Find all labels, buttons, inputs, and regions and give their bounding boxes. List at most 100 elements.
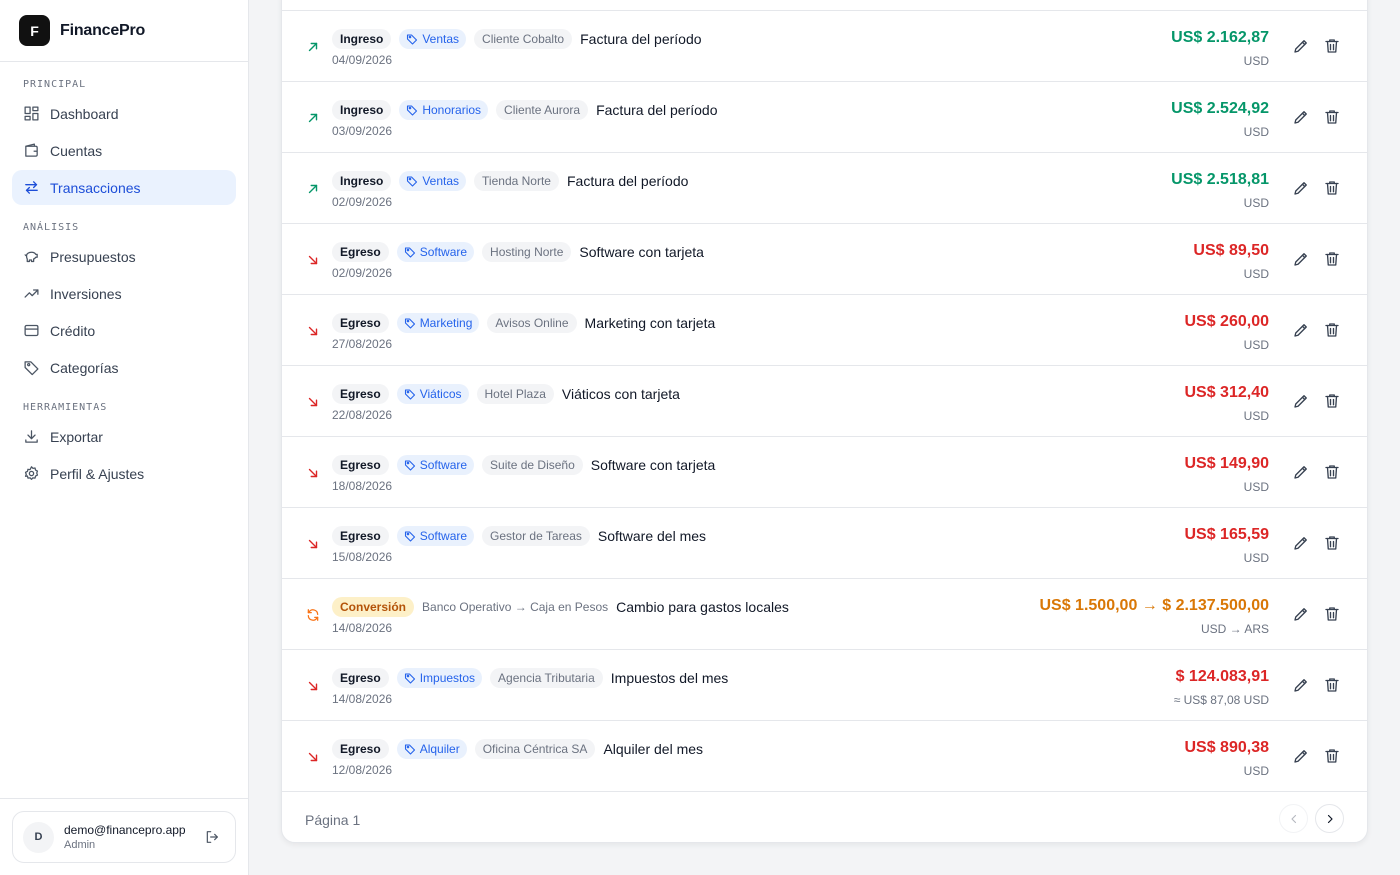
transaction-row[interactable]: Ingreso Ventas Cliente Cobalto Factura del … (282, 10, 1367, 81)
transaction-currency: USD (1243, 267, 1269, 281)
transaction-date: 14/08/2026 (332, 621, 393, 635)
transaction-currency: USD (1243, 480, 1269, 494)
transaction-row[interactable]: Egreso Viáticos Hotel Plaza Viáticos con ta… (282, 365, 1367, 436)
category-badge[interactable]: Software (396, 526, 475, 546)
edit-button[interactable] (1292, 605, 1310, 623)
edit-button[interactable] (1292, 463, 1310, 481)
transaction-row[interactable]: Egreso Software Gestor de Tareas Software d… (282, 507, 1367, 578)
category-badge[interactable]: Alquiler (396, 739, 467, 759)
next-page-button[interactable] (1315, 804, 1344, 833)
transaction-row[interactable]: Ingreso Ventas Tienda Norte Factura del per… (282, 152, 1367, 223)
transaction-summary: Egreso Marketing Avisos Online Marketing co… (332, 313, 715, 333)
delete-button[interactable] (1323, 392, 1341, 410)
type-badge: Ingreso (332, 171, 392, 191)
type-badge: Egreso (332, 384, 389, 404)
sidebar: F FinancePro PRINCIPAL Dashboard Cuentas… (0, 0, 249, 875)
trending-up-icon (24, 289, 39, 298)
type-badge: Conversión (332, 597, 415, 617)
pagination: Página 1 (282, 791, 1367, 842)
type-badge: Egreso (332, 668, 389, 688)
sidebar-item-label: Exportar (50, 428, 103, 445)
transfer-route: Banco Operativo → Caja en Pesos (422, 600, 609, 614)
delete-button[interactable] (1323, 37, 1341, 55)
transaction-row[interactable]: Egreso Software Suite de Diseño Software co… (282, 436, 1367, 507)
category-badge[interactable]: Software (396, 242, 475, 262)
expense-arrow-icon (308, 397, 318, 407)
sidebar-item-credito[interactable]: Crédito (12, 313, 236, 348)
edit-button[interactable] (1292, 321, 1310, 339)
category-badge[interactable]: Viáticos (396, 384, 469, 404)
transaction-amount: US$ 312,40 (1184, 384, 1269, 401)
transaction-amount: US$ 165,59 (1184, 526, 1269, 543)
sidebar-item-label: Crédito (50, 322, 96, 339)
tag-icon (404, 673, 415, 684)
sidebar-item-categorias[interactable]: Categorías (12, 350, 236, 385)
transaction-row[interactable]: Egreso Marketing Avisos Online Marketing co… (282, 294, 1367, 365)
sidebar-item-label: Categorías (50, 359, 119, 376)
category-label: Software (419, 458, 468, 472)
counterparty-badge: Cliente Aurora (496, 100, 589, 120)
type-badge: Ingreso (332, 100, 392, 120)
sidebar-item-dashboard[interactable]: Dashboard (12, 96, 236, 131)
category-badge[interactable]: Ventas (399, 29, 467, 49)
category-badge[interactable]: Ventas (399, 171, 467, 191)
delete-button[interactable] (1323, 250, 1341, 268)
transaction-description: Software con tarjeta (579, 244, 704, 260)
tag-icon (404, 460, 415, 471)
income-arrow-icon (308, 113, 318, 123)
sidebar-item-transacciones[interactable]: Transacciones (12, 170, 236, 205)
edit-button[interactable] (1292, 747, 1310, 765)
delete-button[interactable] (1323, 463, 1341, 481)
transaction-currency: USD (1243, 764, 1269, 778)
delete-button[interactable] (1323, 179, 1341, 197)
transaction-row[interactable]: Conversión Banco Operativo → Caja en Peso… (282, 578, 1367, 649)
sidebar-item-inversiones[interactable]: Inversiones (12, 276, 236, 311)
user-card: D demo@financepro.app Admin (12, 811, 236, 863)
transaction-date: 22/08/2026 (332, 408, 393, 422)
avatar: D (23, 821, 54, 853)
counterparty-badge: Avisos Online (487, 313, 577, 333)
previous-page-button[interactable] (1279, 804, 1308, 833)
transaction-description: Marketing con tarjeta (584, 315, 716, 331)
counterparty-badge: Suite de Diseño (482, 455, 583, 475)
delete-button[interactable] (1323, 676, 1341, 694)
sidebar-item-label: Presupuestos (50, 248, 136, 265)
sidebar-item-perfil-ajustes[interactable]: Perfil & Ajustes (12, 456, 236, 491)
transaction-amount: US$ 89,50 (1193, 242, 1269, 259)
delete-button[interactable] (1323, 108, 1341, 126)
tag-icon (24, 361, 39, 376)
edit-button[interactable] (1292, 392, 1310, 410)
sidebar-divider (0, 798, 248, 799)
edit-button[interactable] (1292, 676, 1310, 694)
transaction-amount: US$ 260,00 (1184, 313, 1269, 330)
delete-button[interactable] (1323, 321, 1341, 339)
transaction-date: 02/09/2026 (332, 195, 393, 209)
edit-button[interactable] (1292, 179, 1310, 197)
sidebar-item-exportar[interactable]: Exportar (12, 419, 236, 454)
edit-button[interactable] (1292, 534, 1310, 552)
edit-button[interactable] (1292, 108, 1310, 126)
edit-button[interactable] (1292, 250, 1310, 268)
category-badge[interactable]: Honorarios (399, 100, 489, 120)
sidebar-item-presupuestos[interactable]: Presupuestos (12, 239, 236, 274)
category-badge[interactable]: Impuestos (396, 668, 483, 688)
transaction-row[interactable]: Egreso Impuestos Agencia Tributaria Impuest… (282, 649, 1367, 720)
user-email: demo@financepro.app (64, 823, 186, 837)
delete-button[interactable] (1323, 534, 1341, 552)
transaction-date: 18/08/2026 (332, 479, 393, 493)
category-badge[interactable]: Software (396, 455, 475, 475)
edit-button[interactable] (1292, 37, 1310, 55)
delete-button[interactable] (1323, 747, 1341, 765)
category-badge[interactable]: Marketing (396, 313, 480, 333)
logout-button[interactable] (201, 826, 223, 848)
transaction-row[interactable]: Egreso Software Hosting Norte Software con … (282, 223, 1367, 294)
piggy-bank-icon (24, 251, 38, 263)
delete-button[interactable] (1323, 605, 1341, 623)
expense-arrow-icon (308, 255, 318, 265)
transaction-row[interactable]: Ingreso Honorarios Cliente Aurora Factura d… (282, 81, 1367, 152)
transaction-date: 14/08/2026 (332, 692, 393, 706)
category-label: Impuestos (419, 671, 476, 685)
transaction-row[interactable]: Egreso Alquiler Oficina Céntrica SA Alquile… (282, 720, 1367, 791)
section-label-analisis: ANÁLISIS (23, 222, 80, 233)
sidebar-item-cuentas[interactable]: Cuentas (12, 133, 236, 168)
